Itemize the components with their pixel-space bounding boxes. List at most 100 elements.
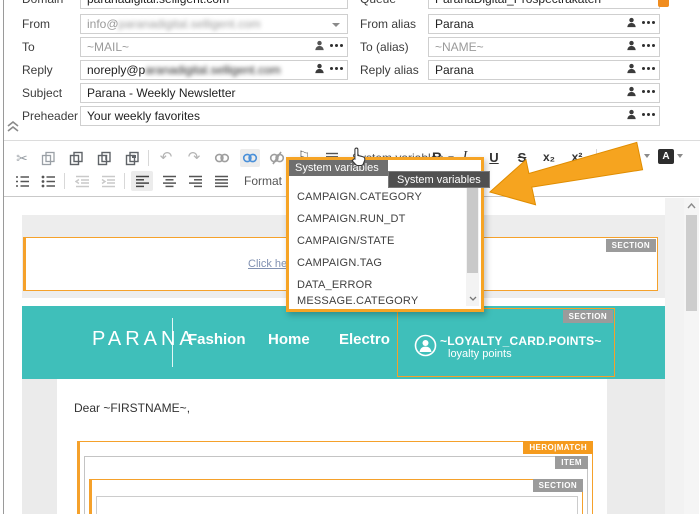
dropdown-item[interactable]: MESSAGE.CATEGORY [297,290,418,312]
domain-value: paranadigital.selligent.com [87,0,229,6]
dropdown-scroll-down-button[interactable] [466,291,479,306]
link-icon[interactable] [212,149,232,167]
scrollbar-thumb[interactable] [686,215,697,311]
ellipsis-button[interactable] [330,67,343,70]
domain-label: Domain [22,0,63,9]
email-body-page: Dear ~FIRSTNAME~, HERO|MATCH ITEM SECTIO… [57,379,607,514]
validation-warning-icon[interactable] [658,0,669,7]
ellipsis-button[interactable] [642,113,655,116]
section-badge: SECTION [563,310,613,323]
scroll-up-icon[interactable] [687,203,696,209]
ellipsis-button[interactable] [330,44,343,47]
inner-section-block[interactable]: SECTION [89,479,583,514]
queue-field[interactable]: ParanaDigital_Prospectrakaten [428,0,660,9]
paste-text-icon[interactable]: T [94,149,114,167]
greeting-text: Dear ~FIRSTNAME~, [74,401,190,415]
toolbar-separator [148,150,149,166]
dropdown-item[interactable]: CAMPAIGN.RUN_DT [297,208,406,230]
toolbar-separator [124,173,125,189]
to-value: ~MAIL~ [87,40,129,54]
paste-icon[interactable] [66,149,86,167]
preheader-value: Your weekly favorites [87,109,200,123]
to-alias-field[interactable]: ~NAME~ [428,37,660,57]
person-icon[interactable] [314,63,325,74]
chevron-down-icon[interactable] [332,23,340,27]
dropdown-item[interactable]: CAMPAIGN.CATEGORY [297,186,422,208]
hero-match-block[interactable]: HERO|MATCH ITEM SECTION [77,441,593,514]
loyalty-section[interactable]: SECTION ~LOYALTY_CARD.POINTS~ loyalty po… [397,308,615,377]
person-icon[interactable] [626,86,637,97]
hand-cursor-icon [350,147,367,166]
align-right-icon[interactable] [185,172,205,190]
email-brand-header: PARANA Fashion Home Electro SECTION ~LOY… [22,306,665,379]
dropdown-scrollbar-thumb[interactable] [467,181,478,273]
reply-label: Reply [22,60,53,80]
subject-field[interactable]: Parana - Weekly Newsletter [80,83,660,103]
person-icon[interactable] [626,17,637,28]
item-block[interactable]: ITEM SECTION [84,456,588,514]
from-alias-label: From alias [360,14,416,34]
justify-icon[interactable] [211,172,231,190]
redo-icon[interactable]: ↷ [184,148,204,166]
system-variables-tooltip: System variables [388,171,490,188]
section-badge: SECTION [533,479,583,492]
preheader-field[interactable]: Your weekly favorites [80,106,660,126]
queue-value: ParanaDigital_Prospectrakaten [435,0,601,6]
align-center-icon[interactable] [159,172,179,190]
copy-icon[interactable] [38,149,58,167]
reply-field[interactable]: noreply@paranadigital.selligent.com [80,60,348,80]
background-color-label: A [658,149,674,164]
person-icon[interactable] [314,40,325,51]
bullet-list-icon[interactable] [38,172,58,190]
collapse-header-icon[interactable] [6,120,20,132]
queue-label: Queue [360,0,396,9]
from-value-blurred: paranadigital.selligent.com [119,17,261,31]
preview-scrollbar[interactable] [684,198,699,514]
dropdown-scrollbar[interactable] [466,180,479,306]
subject-label: Subject [22,83,62,103]
svg-text:T: T [103,155,107,162]
from-alias-field[interactable]: Parana [428,14,660,34]
from-label: From [22,14,50,34]
ellipsis-button[interactable] [642,67,655,70]
domain-field[interactable]: paranadigital.selligent.com [80,0,348,9]
ellipsis-button[interactable] [642,90,655,93]
outdent-icon[interactable] [72,172,92,190]
reply-alias-field[interactable]: Parana [428,60,660,80]
from-alias-value: Parana [435,17,474,31]
to-field[interactable]: ~MAIL~ [80,37,348,57]
inner-content-block[interactable] [96,496,578,514]
subject-value: Parana - Weekly Newsletter [87,86,236,100]
dropdown-item[interactable]: CAMPAIGN/STATE [297,230,395,252]
align-left-icon[interactable] [131,171,153,191]
person-icon[interactable] [626,109,637,120]
person-icon[interactable] [626,40,637,51]
indent-icon[interactable] [98,172,118,190]
person-icon[interactable] [626,63,637,74]
paste-image-icon[interactable] [122,149,142,167]
parana-logo: PARANA [92,328,197,351]
logo-divider [172,318,173,367]
unlink-icon[interactable] [267,149,287,167]
nav-home[interactable]: Home [268,331,310,348]
ellipsis-button[interactable] [642,21,655,24]
to-label: To [22,37,35,57]
chevron-down-icon [644,154,650,158]
dropdown-selected-item[interactable]: System variables [289,160,388,176]
reply-value-blurred: aranadigital.selligent.com [145,63,280,77]
to-alias-value: ~NAME~ [435,40,484,54]
email-editor-window: Domain paranadigital.selligent.com Queue… [0,0,700,514]
chevron-down-icon [469,296,477,301]
nav-fashion[interactable]: Fashion [188,331,246,348]
numbered-list-icon[interactable] [12,172,32,190]
link-active-icon[interactable] [240,149,260,167]
toolbar-separator [64,173,65,189]
cut-icon[interactable]: ✂ [12,149,32,167]
nav-electro[interactable]: Electro [339,331,390,348]
background-color-button[interactable]: A [658,147,683,165]
ellipsis-button[interactable] [642,44,655,47]
section-badge: SECTION [606,239,656,252]
dropdown-item[interactable]: CAMPAIGN.TAG [297,252,382,274]
from-field[interactable]: info@paranadigital.selligent.com [80,14,348,34]
undo-icon[interactable]: ↶ [156,148,176,166]
